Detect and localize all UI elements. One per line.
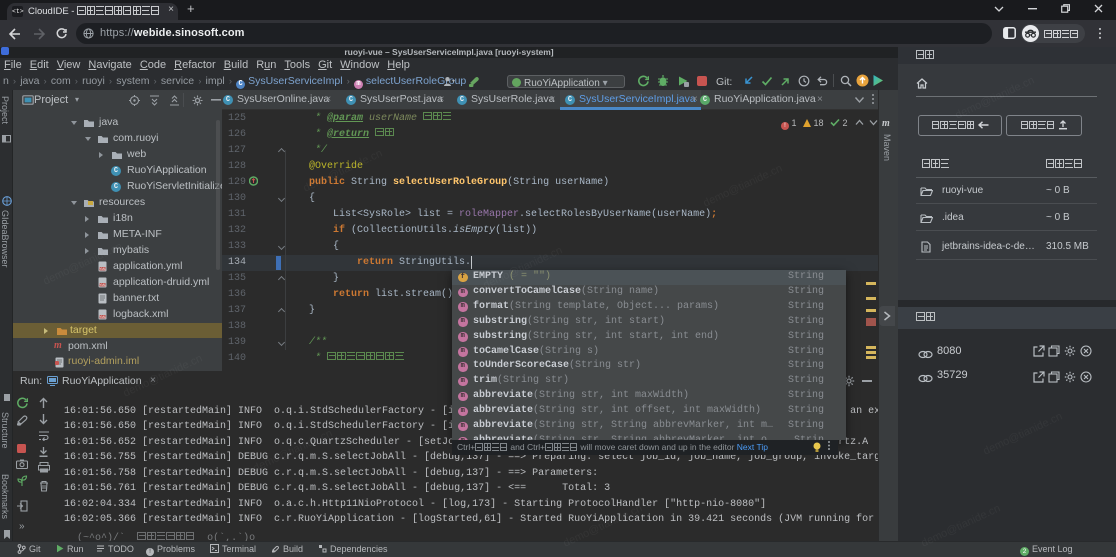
svg-text:YML: YML (99, 267, 106, 271)
svg-text:YML: YML (99, 315, 106, 319)
svg-text:YML: YML (99, 283, 106, 287)
